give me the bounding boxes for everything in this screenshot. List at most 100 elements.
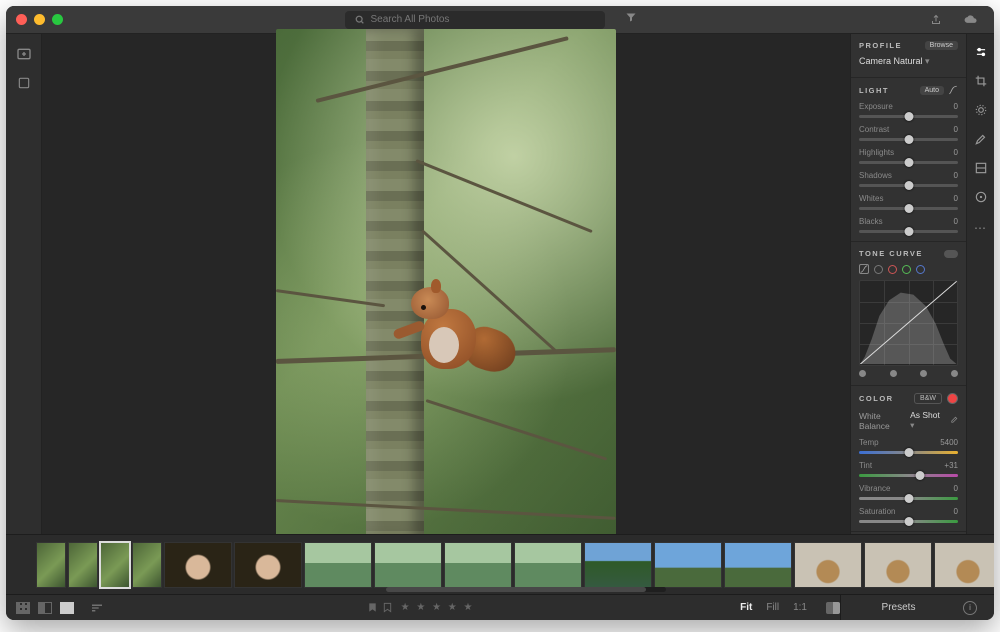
vibrance-value: 0 [954,484,958,493]
highlights-label: Highlights [859,148,894,157]
thumbnail[interactable] [794,542,862,588]
thumbnail[interactable] [304,542,372,588]
filter-icon[interactable] [619,11,643,29]
whites-value: 0 [954,194,958,203]
profile-section: PROFILE Browse Camera Natural [851,34,966,78]
sort-icon[interactable] [90,603,104,613]
filmstrip[interactable] [6,534,994,594]
window-controls [16,14,63,25]
temp-value: 5400 [940,438,958,447]
light-section: LIGHT Auto Exposure0 Contrast0 Highlight… [851,78,966,242]
saturation-value: 0 [954,507,958,516]
wb-dropdown[interactable]: As Shot [910,410,943,431]
exposure-slider[interactable] [859,115,958,118]
compare-view-button[interactable] [38,602,52,614]
search-input[interactable]: Search All Photos [345,11,605,29]
rating-stars[interactable]: ★ ★ ★ ★ ★ [401,602,475,613]
curve-region-sliders[interactable] [859,370,958,377]
flag-controls[interactable] [367,602,393,613]
app-window: Search All Photos [6,6,994,620]
share-icon[interactable] [924,14,948,26]
left-rail [6,34,42,534]
tone-curve-toggle-icon[interactable] [944,250,958,258]
whites-slider[interactable] [859,207,958,210]
tone-curve-icon[interactable] [948,85,958,95]
light-title: LIGHT [859,86,889,95]
thumbnail[interactable] [374,542,442,588]
tint-slider[interactable] [859,474,958,477]
image-canvas[interactable] [42,34,850,534]
zoom-fit-button[interactable]: Fit [737,602,755,613]
thumbnail[interactable] [514,542,582,588]
thumbnail[interactable] [36,542,66,588]
presets-button[interactable]: Presets [840,595,956,620]
bw-button[interactable]: B&W [914,393,942,404]
shadows-label: Shadows [859,171,892,180]
highlights-value: 0 [954,148,958,157]
thumbnail[interactable] [724,542,792,588]
blacks-slider[interactable] [859,230,958,233]
color-section: COLOR B&W White Balance As Shot T [851,386,966,532]
thumbnail[interactable] [444,542,512,588]
crop-icon[interactable] [973,73,989,89]
curve-param-icon[interactable] [859,264,869,274]
tint-label: Tint [859,461,872,470]
maximize-button[interactable] [52,14,63,25]
highlights-slider[interactable] [859,161,958,164]
shadows-slider[interactable] [859,184,958,187]
auto-button[interactable]: Auto [920,86,944,95]
contrast-label: Contrast [859,125,889,134]
add-photos-icon[interactable] [16,46,32,62]
healing-brush-icon[interactable] [973,102,989,118]
zoom-fill-button[interactable]: Fill [763,602,782,613]
my-photos-icon[interactable] [17,76,31,90]
color-mixer-icon[interactable] [947,393,958,404]
more-tools-icon[interactable]: ⋯ [973,220,989,236]
curve-blue-icon[interactable] [916,265,925,274]
close-button[interactable] [16,14,27,25]
edit-sliders-icon[interactable] [973,44,989,60]
blacks-value: 0 [954,217,958,226]
vibrance-slider[interactable] [859,497,958,500]
tone-curve-editor[interactable] [859,280,958,366]
thumbnail[interactable] [654,542,722,588]
curve-luma-icon[interactable] [874,265,883,274]
blacks-label: Blacks [859,217,883,226]
contrast-slider[interactable] [859,138,958,141]
before-after-icon[interactable] [826,602,840,614]
curve-red-icon[interactable] [888,265,897,274]
profile-browse-button[interactable]: Browse [925,41,958,50]
thumbnail[interactable] [584,542,652,588]
curve-green-icon[interactable] [902,265,911,274]
cloud-sync-icon[interactable] [958,14,984,26]
profile-dropdown[interactable]: Camera Natural [859,56,958,67]
temp-slider[interactable] [859,451,958,454]
thumbnail[interactable] [934,542,994,588]
profile-title: PROFILE [859,41,902,50]
linear-gradient-icon[interactable] [973,160,989,176]
saturation-slider[interactable] [859,520,958,523]
detail-view-button[interactable] [60,602,74,614]
zoom-1to1-button[interactable]: 1:1 [790,602,810,613]
vibrance-label: Vibrance [859,484,890,493]
thumbnail-selected[interactable] [100,542,130,588]
filmstrip-scrollbar[interactable] [386,587,666,592]
brush-icon[interactable] [973,131,989,147]
thumbnail[interactable] [132,542,162,588]
wb-dropper-icon[interactable] [948,416,958,426]
thumbnail[interactable] [864,542,932,588]
thumbnail[interactable] [68,542,98,588]
whites-label: Whites [859,194,883,203]
shadows-value: 0 [954,171,958,180]
tone-curve-title: TONE CURVE [859,249,923,258]
info-icon[interactable]: i [963,601,977,615]
thumbnail[interactable] [234,542,302,588]
edit-panel: PROFILE Browse Camera Natural LIGHT Auto… [850,34,966,534]
thumbnail[interactable] [164,542,232,588]
minimize-button[interactable] [34,14,45,25]
tint-value: +31 [944,461,958,470]
wb-label: White Balance [859,411,910,431]
grid-view-button[interactable] [16,602,30,614]
saturation-label: Saturation [859,507,895,516]
radial-gradient-icon[interactable] [973,189,989,205]
